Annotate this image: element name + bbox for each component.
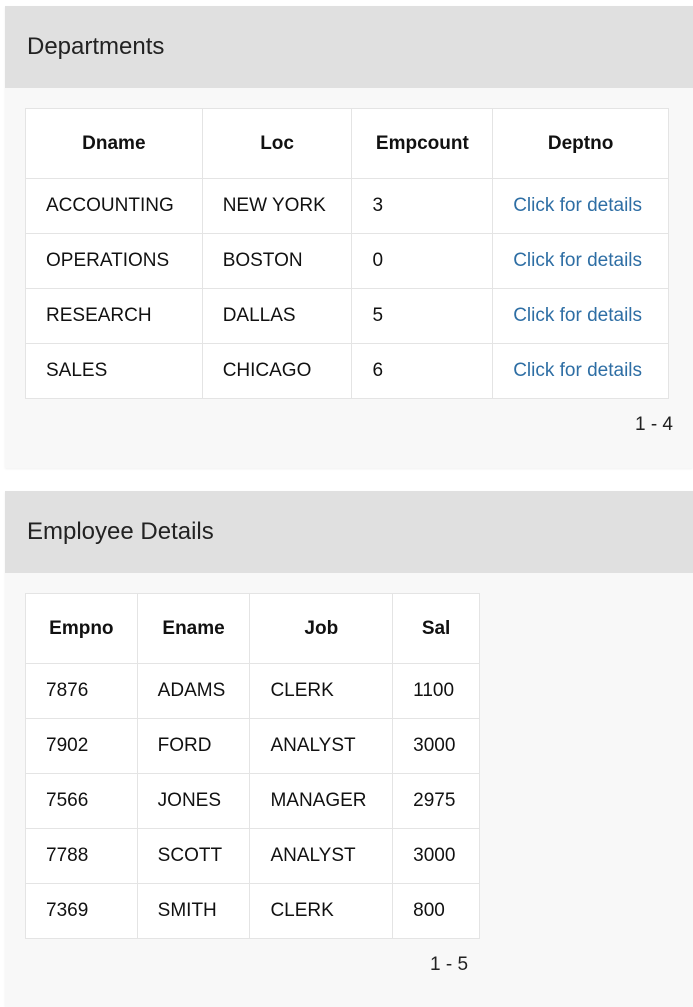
column-header-empcount[interactable]: Empcount (351, 108, 494, 179)
table-row: 7566 JONES MANAGER 2975 (25, 773, 480, 829)
cell-ename: FORD (136, 718, 251, 774)
cell-job: ANALYST (249, 828, 394, 884)
table-row: ACCOUNTING NEW YORK 3 Click for details (25, 178, 669, 234)
cell-job: CLERK (249, 883, 394, 939)
cell-loc: CHICAGO (201, 343, 353, 399)
cell-deptno: Click for details (492, 233, 669, 289)
table-row: RESEARCH DALLAS 5 Click for details (25, 288, 669, 344)
employee-details-region: Employee Details Empno Ename Job Sal 787… (5, 491, 693, 1007)
cell-job: MANAGER (249, 773, 394, 829)
cell-empno: 7788 (25, 828, 138, 884)
departments-pagination: 1 - 4 (634, 414, 673, 435)
cell-ename: JONES (136, 773, 251, 829)
details-link[interactable]: Click for details (513, 195, 642, 216)
details-link[interactable]: Click for details (513, 360, 642, 381)
employees-table: Empno Ename Job Sal 7876 ADAMS CLERK 110… (25, 593, 480, 939)
employee-details-region-body: Empno Ename Job Sal 7876 ADAMS CLERK 110… (5, 573, 693, 1007)
column-header-sal[interactable]: Sal (392, 593, 480, 664)
cell-empcount: 6 (351, 343, 494, 399)
column-header-deptno[interactable]: Deptno (492, 108, 669, 179)
cell-loc: BOSTON (201, 233, 353, 289)
cell-job: ANALYST (249, 718, 394, 774)
departments-region-body: Dname Loc Empcount Deptno ACCOUNTING NEW… (5, 88, 693, 468)
cell-ename: ADAMS (136, 663, 251, 719)
departments-region-title: Departments (5, 6, 693, 88)
departments-table: Dname Loc Empcount Deptno ACCOUNTING NEW… (25, 108, 669, 399)
table-row: 7902 FORD ANALYST 3000 (25, 718, 480, 774)
column-header-ename[interactable]: Ename (136, 593, 251, 664)
column-header-dname[interactable]: Dname (25, 108, 203, 179)
cell-deptno: Click for details (492, 178, 669, 234)
cell-job: CLERK (249, 663, 394, 719)
column-header-loc[interactable]: Loc (201, 108, 353, 179)
table-row: SALES CHICAGO 6 Click for details (25, 343, 669, 399)
cell-empcount: 5 (351, 288, 494, 344)
cell-empcount: 0 (351, 233, 494, 289)
cell-empno: 7902 (25, 718, 138, 774)
employee-details-region-title: Employee Details (5, 491, 693, 573)
cell-dname: RESEARCH (25, 288, 203, 344)
cell-dname: SALES (25, 343, 203, 399)
departments-header-row: Dname Loc Empcount Deptno (25, 108, 669, 179)
table-row: 7876 ADAMS CLERK 1100 (25, 663, 480, 719)
cell-sal: 3000 (392, 718, 480, 774)
details-link[interactable]: Click for details (513, 305, 642, 326)
cell-sal: 1100 (392, 663, 480, 719)
column-header-empno[interactable]: Empno (25, 593, 138, 664)
cell-deptno: Click for details (492, 343, 669, 399)
cell-empcount: 3 (351, 178, 494, 234)
column-header-job[interactable]: Job (249, 593, 394, 664)
cell-empno: 7369 (25, 883, 138, 939)
employees-header-row: Empno Ename Job Sal (25, 593, 480, 664)
employees-pagination: 1 - 5 (430, 954, 469, 975)
cell-ename: SMITH (136, 883, 251, 939)
cell-loc: NEW YORK (201, 178, 353, 234)
cell-empno: 7566 (25, 773, 138, 829)
details-link[interactable]: Click for details (513, 250, 642, 271)
cell-ename: SCOTT (136, 828, 251, 884)
cell-empno: 7876 (25, 663, 138, 719)
table-row: 7788 SCOTT ANALYST 3000 (25, 828, 480, 884)
cell-sal: 800 (392, 883, 480, 939)
table-row: OPERATIONS BOSTON 0 Click for details (25, 233, 669, 289)
cell-deptno: Click for details (492, 288, 669, 344)
departments-region: Departments Dname Loc Empcount Deptno AC… (5, 6, 693, 468)
table-row: 7369 SMITH CLERK 800 (25, 883, 480, 939)
cell-sal: 3000 (392, 828, 480, 884)
cell-dname: ACCOUNTING (25, 178, 203, 234)
cell-sal: 2975 (392, 773, 480, 829)
cell-dname: OPERATIONS (25, 233, 203, 289)
cell-loc: DALLAS (201, 288, 353, 344)
